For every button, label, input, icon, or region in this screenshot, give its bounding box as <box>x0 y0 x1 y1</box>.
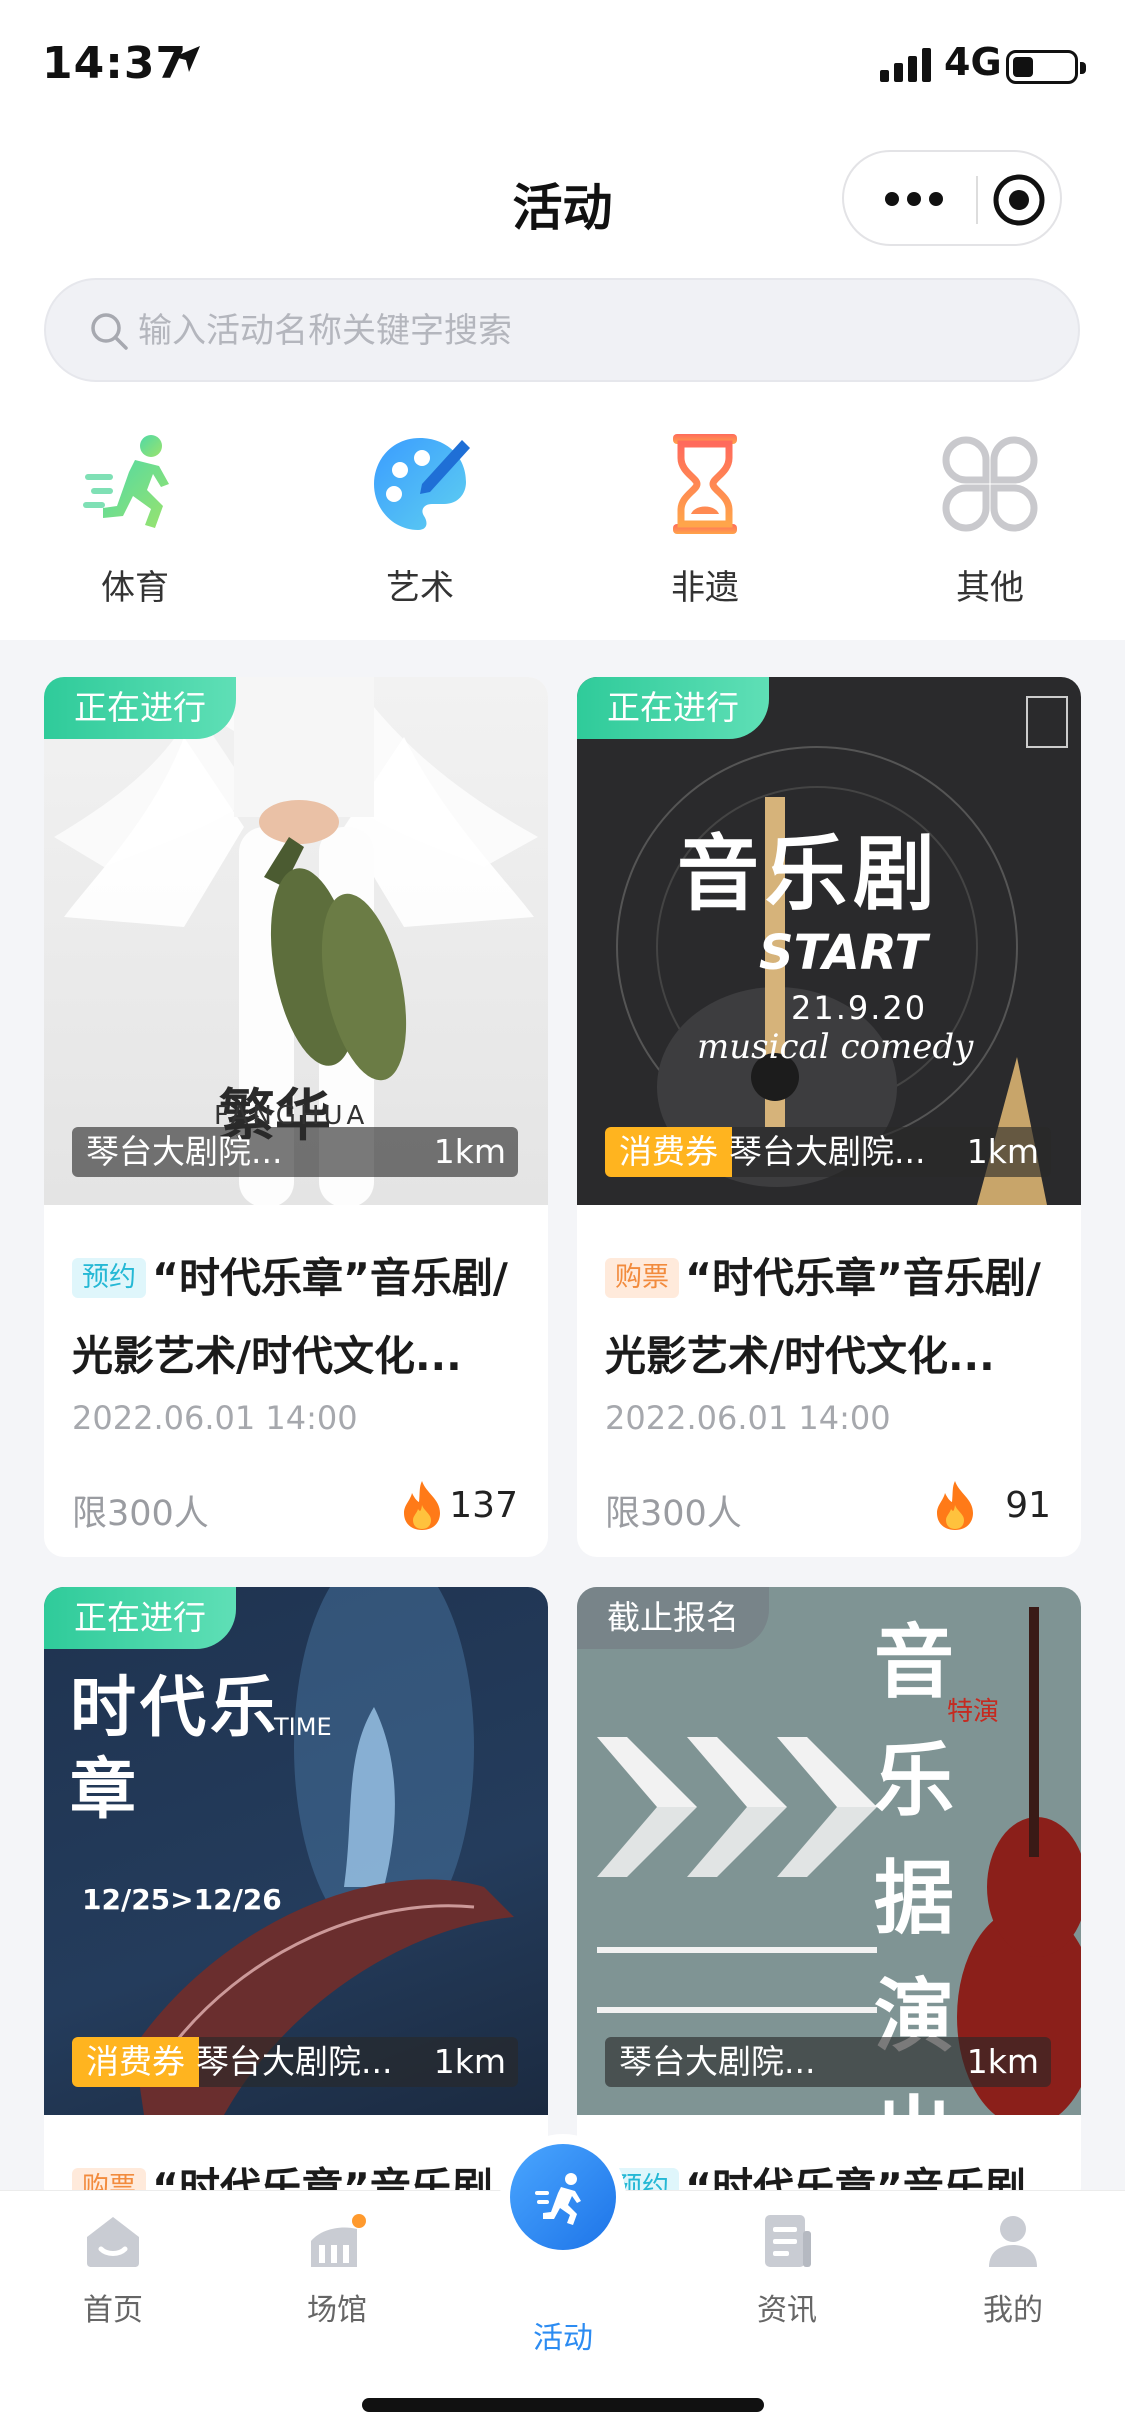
hot-count: 137 <box>449 1485 518 1526</box>
tab-label: 我的 <box>983 2293 1043 2328</box>
activity-tab-button[interactable] <box>500 2134 626 2260</box>
distance: 1km <box>966 2042 1039 2081</box>
more-icon[interactable] <box>882 184 946 214</box>
tab-venue[interactable]: 场馆 <box>262 2211 412 2329</box>
poster-art <box>597 1607 1081 2115</box>
activity-date: 2022.06.01 14:00 <box>72 1399 358 1437</box>
category-other[interactable]: 其他 <box>890 430 1090 610</box>
user-icon <box>989 2216 1037 2267</box>
search-bar[interactable] <box>44 278 1080 382</box>
status-time: 14:37 <box>42 38 188 89</box>
distance: 1km <box>966 1132 1039 1171</box>
poster-subtitle: START <box>759 925 928 981</box>
activity-title: 购票 “时代乐章”音乐剧/光影艺术/时代文化... <box>605 1239 1061 1395</box>
activity-poster: 时代乐章 TIME 12/25>12/26 <box>44 1587 548 2115</box>
activity-poster: 音乐剧 START 21.9.20 musical comedy <box>577 677 1081 1205</box>
news-icon <box>765 2215 811 2267</box>
participant-limit: 限300人 <box>72 1494 209 1534</box>
mini-program-capsule <box>842 150 1062 246</box>
activity-poster: 繁华 FANGHUA <box>44 677 548 1205</box>
location-bar: 消费券 琴台大剧院... 1km <box>72 2037 518 2087</box>
home-icon <box>87 2217 139 2267</box>
fire-icon <box>404 1481 440 1530</box>
venue-name: 琴台大剧院... <box>729 1132 926 1171</box>
activity-title: 预约 “时代乐章”音乐剧/光影艺术/时代文化... <box>72 1239 528 1395</box>
hourglass-icon <box>673 434 737 534</box>
runner-icon <box>83 435 169 528</box>
location-bar: 琴台大剧院... 1km <box>605 2037 1051 2087</box>
poster-date: 21.9.20 <box>791 989 928 1027</box>
battery-icon <box>1006 50 1086 84</box>
distance: 1km <box>433 1132 506 1171</box>
network-type: 4G <box>944 40 1002 84</box>
activity-card[interactable]: 时代乐章 TIME 12/25>12/26 正在进行 消费券 琴台大剧院... … <box>44 1587 548 2207</box>
status-bar: 14:37 4G <box>0 0 1125 130</box>
poster-subtitle: 特演 <box>947 1697 1000 1727</box>
home-indicator <box>362 2398 764 2412</box>
category-label: 非遗 <box>671 568 739 608</box>
stadium-icon <box>311 2214 366 2267</box>
poster-english: musical comedy <box>697 1027 974 1067</box>
location-bar: 消费券 琴台大剧院... 1km <box>605 1127 1051 1177</box>
tab-mine[interactable]: 我的 <box>938 2211 1088 2329</box>
status-tag: 正在进行 <box>577 677 769 739</box>
tab-activity[interactable]: 活动 <box>488 2299 638 2357</box>
palette-icon <box>374 438 470 530</box>
book-badge: 预约 <box>72 1258 146 1298</box>
venue-name: 琴台大剧院... <box>196 2042 393 2081</box>
capsule-divider <box>976 176 978 224</box>
coupon-badge: 消费券 <box>72 2037 199 2087</box>
top-section: 14:37 4G 活动 输入活动名称关键字搜索 体育 艺术 非遗 其他 <box>0 0 1125 640</box>
signal-icon <box>880 48 931 82</box>
activity-card[interactable]: 音乐据演出 特演 截止报名 琴台大剧院... 1km 预约“时代乐章”音乐剧 <box>577 1587 1081 2207</box>
category-label: 艺术 <box>386 568 454 608</box>
tab-news[interactable]: 资讯 <box>712 2211 862 2329</box>
clover-icon <box>942 436 1038 532</box>
search-icon <box>91 313 128 350</box>
fire-icon <box>937 1481 973 1530</box>
activity-tab-circle <box>510 2144 616 2250</box>
distance: 1km <box>433 2042 506 2081</box>
coupon-badge: 消费券 <box>605 1127 732 1177</box>
activity-poster: 音乐据演出 特演 <box>577 1587 1081 2115</box>
poster-date: 12/25>12/26 <box>82 1883 282 1916</box>
category-label: 体育 <box>101 568 169 608</box>
participant-limit: 限300人 <box>605 1494 742 1534</box>
venue-name: 琴台大剧院... <box>619 2042 816 2081</box>
activity-icon <box>535 2173 581 2225</box>
tab-label: 活动 <box>533 2321 593 2356</box>
activity-card[interactable]: 繁华 FANGHUA 正在进行 琴台大剧院... 1km 预约 “时代乐章”音乐剧… <box>44 677 548 1557</box>
status-tag: 正在进行 <box>44 1587 236 1649</box>
venue-name: 琴台大剧院... <box>86 1132 283 1171</box>
status-tag: 截止报名 <box>577 1587 769 1649</box>
tab-home[interactable]: 首页 <box>38 2211 188 2329</box>
search-input[interactable] <box>138 302 1038 360</box>
category-heritage[interactable]: 非遗 <box>605 430 805 610</box>
hot-count: 91 <box>1005 1485 1051 1526</box>
buy-badge: 购票 <box>605 1258 679 1298</box>
category-sports[interactable]: 体育 <box>35 430 235 610</box>
poster-title: 音乐剧 <box>677 827 942 922</box>
location-bar: 琴台大剧院... 1km <box>72 1127 518 1177</box>
activity-card[interactable]: 音乐剧 START 21.9.20 musical comedy 正在进行 消费… <box>577 677 1081 1557</box>
status-tag: 正在进行 <box>44 677 236 739</box>
tab-label: 场馆 <box>307 2293 367 2328</box>
poster-title: 时代乐章 <box>70 1669 280 1828</box>
location-arrow-icon <box>174 46 200 72</box>
tab-label: 首页 <box>83 2293 143 2328</box>
poster-subtitle: TIME <box>274 1713 332 1741</box>
category-art[interactable]: 艺术 <box>320 430 520 610</box>
category-label: 其他 <box>956 568 1024 608</box>
category-row: 体育 艺术 非遗 其他 <box>0 430 1125 610</box>
tab-label: 资讯 <box>757 2293 817 2328</box>
close-target-icon[interactable] <box>991 172 1047 228</box>
activity-date: 2022.06.01 14:00 <box>605 1399 891 1437</box>
